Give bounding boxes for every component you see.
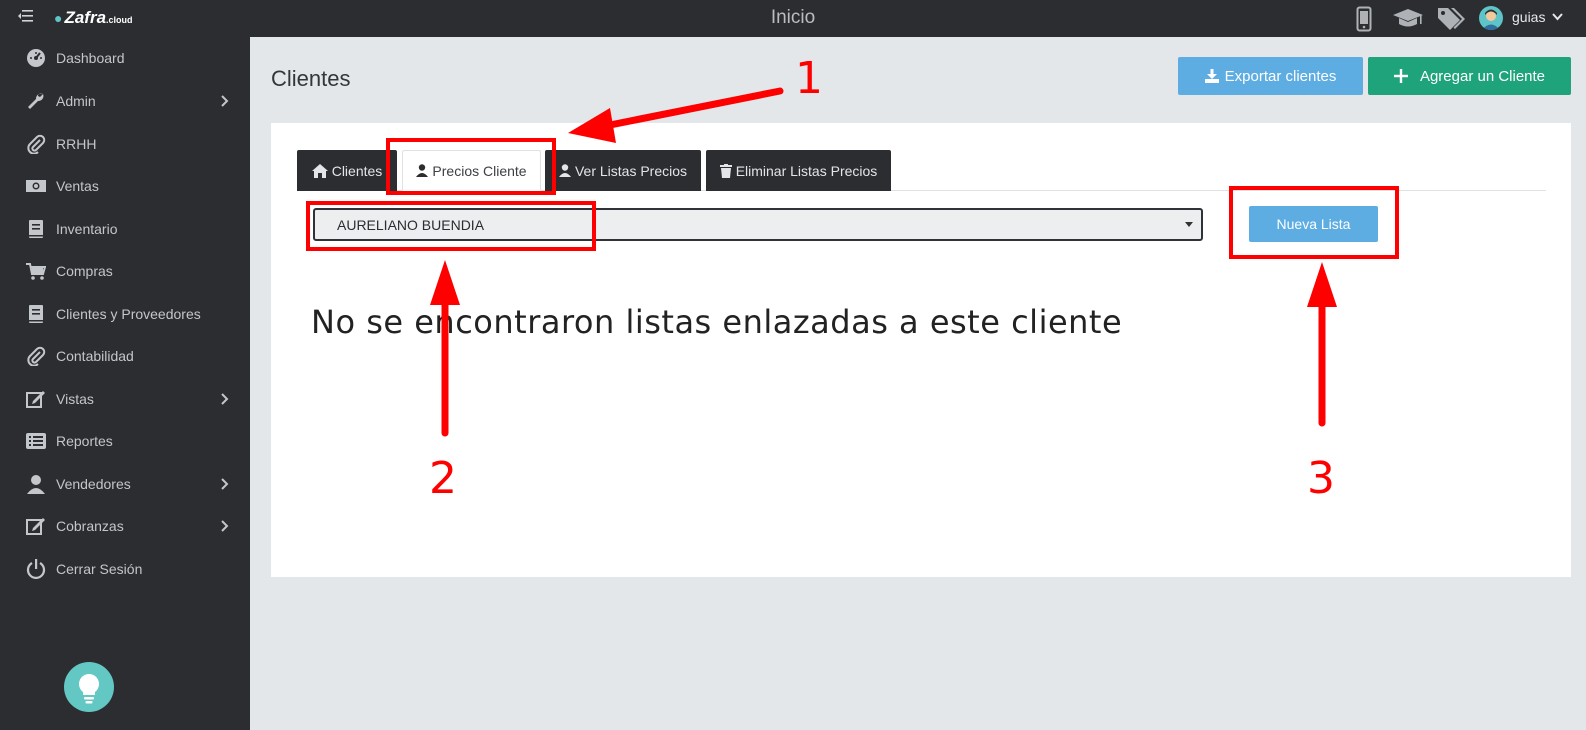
graduation-cap-icon[interactable] — [1392, 8, 1424, 30]
annotation-label-3: 3 — [1307, 453, 1335, 504]
annotation-box-tab — [386, 138, 556, 195]
user-icon — [27, 475, 45, 494]
logo[interactable]: ● Zafra.cloud — [54, 8, 133, 28]
cart-icon — [26, 263, 46, 280]
sidebar-item-label: Clientes y Proveedores — [56, 306, 201, 322]
sidebar-item-label: Inventario — [56, 221, 118, 237]
annotation-box-new-list — [1229, 186, 1399, 259]
edit-icon — [26, 518, 45, 535]
plus-icon — [1393, 69, 1408, 83]
sidebar: Dashboard Admin RRHH Ventas Inventario C… — [0, 37, 250, 730]
sidebar-item-label: Dashboard — [56, 50, 125, 66]
chevron-right-icon — [221, 520, 229, 532]
tab-clientes[interactable]: Clientes — [297, 150, 397, 191]
user-icon — [558, 164, 571, 177]
sidebar-item-cobranzas[interactable]: Cobranzas — [0, 506, 250, 546]
sidebar-item-label: Admin — [56, 93, 96, 109]
dashboard-icon — [27, 49, 45, 67]
sidebar-item-admin[interactable]: Admin — [0, 81, 250, 121]
sidebar-item-label: Contabilidad — [56, 348, 134, 364]
sidebar-item-compras[interactable]: Compras — [0, 251, 250, 291]
sidebar-item-label: Vistas — [56, 391, 94, 407]
sidebar-item-label: RRHH — [56, 136, 97, 152]
wrench-icon — [28, 93, 44, 109]
annotation-label-2: 2 — [429, 453, 457, 504]
empty-state-message: No se encontraron listas enlazadas a est… — [311, 303, 1123, 341]
sidebar-item-label: Compras — [56, 263, 113, 279]
top-bar: ● Zafra.cloud Inicio guias — [0, 0, 1586, 37]
sidebar-item-clientes-proveedores[interactable]: Clientes y Proveedores — [0, 294, 250, 334]
home-icon — [311, 163, 328, 178]
money-icon — [26, 180, 46, 192]
dropdown-caret-icon — [1185, 222, 1193, 227]
tab-label: Eliminar Listas Precios — [735, 162, 878, 179]
paperclip-icon — [27, 346, 46, 366]
tab-label: Ver Listas Precios — [574, 162, 688, 179]
page-header-title: Inicio — [770, 7, 816, 28]
export-clients-label: Exportar clientes — [1224, 67, 1337, 85]
power-icon — [26, 559, 46, 579]
tab-ver-listas-precios[interactable]: Ver Listas Precios — [545, 150, 701, 191]
sidebar-item-contabilidad[interactable]: Contabilidad — [0, 336, 250, 376]
download-icon — [1204, 69, 1219, 83]
page-title: Clientes — [271, 66, 351, 91]
sidebar-item-ventas[interactable]: Ventas — [0, 166, 250, 206]
sidebar-item-label: Ventas — [56, 178, 99, 194]
sidebar-item-inventario[interactable]: Inventario — [0, 209, 250, 249]
user-name[interactable]: guias — [1512, 9, 1545, 25]
avatar[interactable] — [1479, 6, 1503, 30]
sidebar-item-vistas[interactable]: Vistas — [0, 379, 250, 419]
list-icon — [26, 433, 46, 449]
sidebar-item-reportes[interactable]: Reportes — [0, 421, 250, 461]
sidebar-item-cerrar-sesion[interactable]: Cerrar Sesión — [0, 549, 250, 589]
sidebar-item-label: Reportes — [56, 433, 113, 449]
tags-icon[interactable] — [1436, 6, 1466, 32]
add-client-button[interactable]: Agregar un Cliente — [1368, 57, 1571, 95]
chevron-right-icon — [221, 95, 229, 107]
sidebar-item-dashboard[interactable]: Dashboard — [0, 38, 250, 78]
chevron-right-icon — [221, 393, 229, 405]
menu-toggle-icon[interactable] — [18, 9, 34, 23]
sidebar-item-rrhh[interactable]: RRHH — [0, 124, 250, 164]
lightbulb-icon — [79, 674, 99, 704]
add-client-label: Agregar un Cliente — [1419, 67, 1546, 85]
annotation-box-select — [306, 201, 596, 251]
sidebar-item-label: Cerrar Sesión — [56, 561, 143, 577]
paperclip-icon — [27, 134, 46, 154]
sidebar-item-label: Cobranzas — [56, 518, 124, 534]
chevron-right-icon — [221, 478, 229, 490]
book-icon — [29, 220, 43, 238]
trash-icon — [719, 163, 732, 178]
sidebar-item-label: Vendedores — [56, 476, 131, 492]
chevron-down-icon[interactable] — [1552, 13, 1563, 21]
edit-icon — [26, 391, 45, 408]
help-button[interactable] — [64, 662, 114, 712]
sidebar-item-vendedores[interactable]: Vendedores — [0, 464, 250, 504]
logo-mark-icon: ● — [54, 10, 63, 26]
tab-eliminar-listas-precios[interactable]: Eliminar Listas Precios — [706, 150, 891, 191]
annotation-label-1: 1 — [795, 53, 823, 104]
book-icon — [29, 305, 43, 323]
export-clients-button[interactable]: Exportar clientes — [1178, 57, 1363, 95]
mobile-icon[interactable] — [1356, 6, 1372, 32]
tab-label: Clientes — [331, 162, 383, 179]
